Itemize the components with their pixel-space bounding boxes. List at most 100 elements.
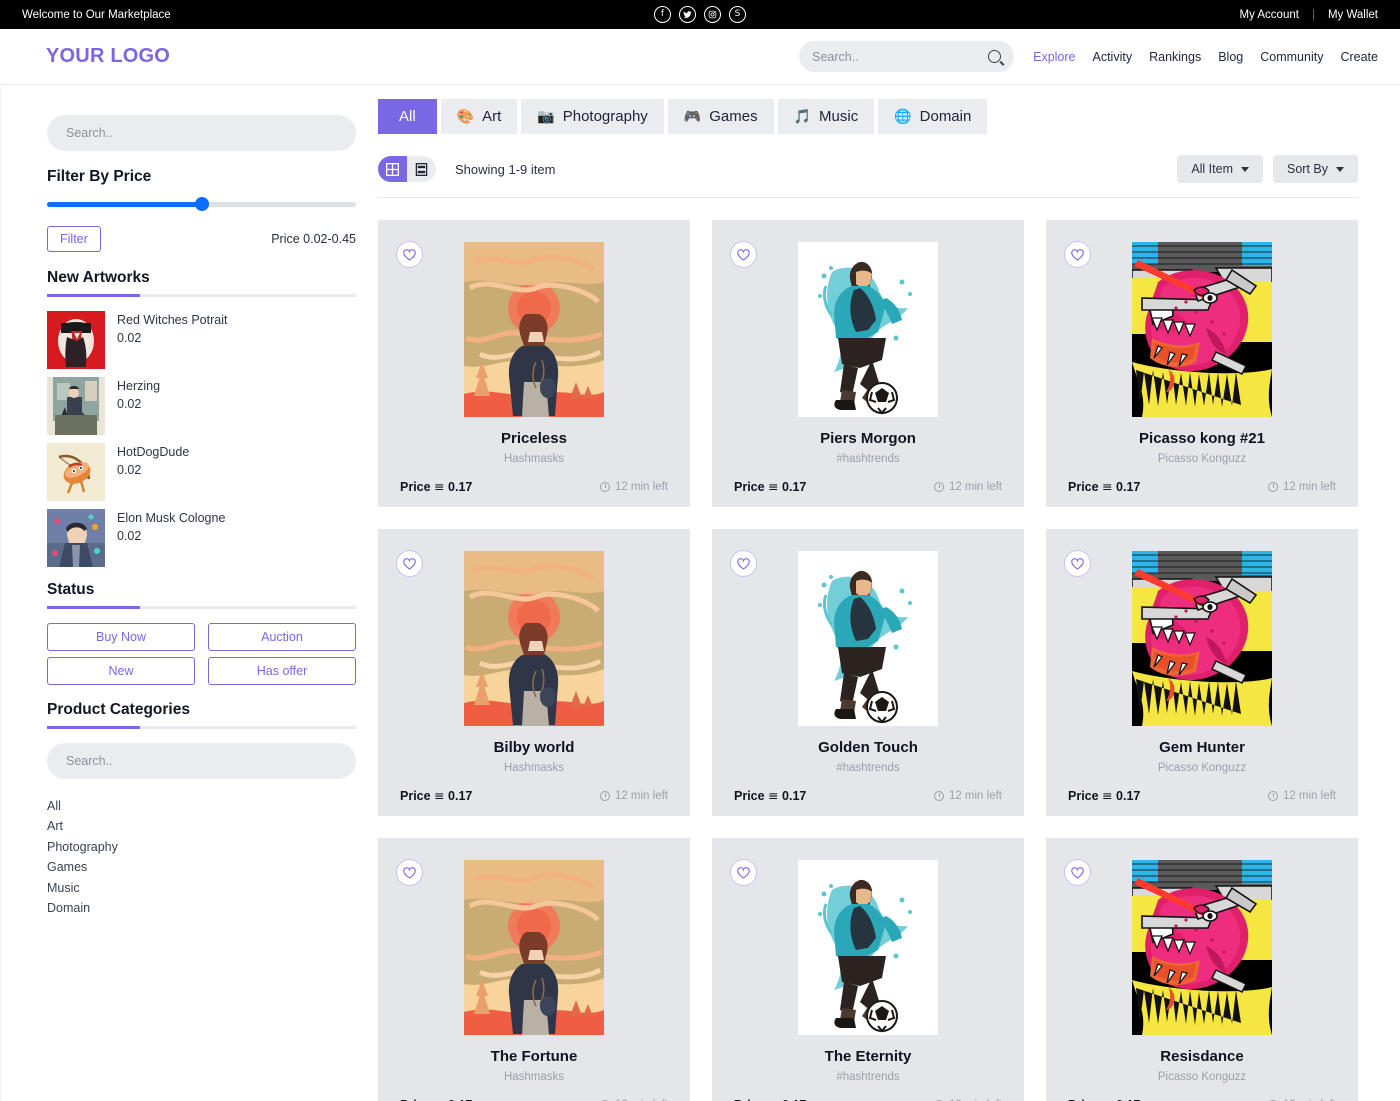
list-item[interactable]: Red Witches Potrait 0.02	[47, 311, 356, 369]
nft-artwork[interactable]	[798, 860, 938, 1035]
globe-icon: 🌐	[894, 108, 912, 125]
category-item-all[interactable]: All	[47, 796, 356, 816]
artwork-thumbnail	[47, 443, 105, 501]
nft-card[interactable]: Resisdance Picasso Konguzz Price ≡ 0.1712 …	[1046, 838, 1358, 1101]
welcome-text: Welcome to Our Marketplace	[22, 8, 171, 21]
favorite-heart-icon[interactable]	[730, 859, 757, 886]
nft-card[interactable]: Golden Touch #hashtrends Price ≡ 0.17 12 mi…	[712, 529, 1024, 816]
nav-item-blog[interactable]: Blog	[1218, 50, 1243, 64]
header-right-group: Explore Activity Rankings Blog Community…	[799, 41, 1378, 72]
artwork-thumbnail	[47, 377, 105, 435]
artwork-price: 0.02	[117, 529, 142, 544]
nft-title: Golden Touch	[818, 739, 918, 756]
nft-artwork[interactable]	[798, 551, 938, 726]
nft-card[interactable]: Piers Morgon #hashtrends Price ≡ 0.17 12 mi…	[712, 220, 1024, 507]
nft-artwork[interactable]	[798, 242, 938, 417]
nft-artwork[interactable]	[464, 551, 604, 726]
nft-artwork[interactable]	[1132, 242, 1272, 417]
all-item-dropdown[interactable]: All Item	[1177, 155, 1263, 183]
sort-by-dropdown[interactable]: Sort By	[1273, 155, 1358, 183]
nft-card[interactable]: Gem Hunter Picasso Konguzz Price ≡ 0.17 12 …	[1046, 529, 1358, 816]
nft-title: Priceless	[501, 430, 567, 447]
my-wallet-link[interactable]: My Wallet	[1328, 9, 1378, 21]
list-item[interactable]: Herzing 0.02	[47, 377, 356, 435]
price-value: 0.17	[448, 480, 473, 494]
tab-photography[interactable]: 📷 Photography	[521, 99, 664, 134]
category-item-art[interactable]: Art	[47, 816, 356, 836]
tab-games[interactable]: 🎮 Games	[667, 99, 774, 134]
filter-sidebar: Filter By Price Filter Price 0.02-0.45 N…	[0, 85, 378, 1101]
category-search-input[interactable]	[66, 754, 337, 768]
favorite-heart-icon[interactable]	[396, 241, 423, 268]
nav-item-rankings[interactable]: Rankings	[1149, 50, 1201, 64]
nft-card[interactable]: Priceless Hashmasks Price ≡ 0.17 12 min lef…	[378, 220, 690, 507]
nav-item-create[interactable]: Create	[1340, 50, 1378, 64]
twitter-icon[interactable]	[679, 6, 696, 23]
facebook-icon[interactable]: f	[654, 6, 671, 23]
category-item-domain[interactable]: Domain	[47, 898, 356, 918]
favorite-heart-icon[interactable]	[730, 550, 757, 577]
status-has-offer-button[interactable]: Has offer	[208, 657, 356, 685]
nft-artwork[interactable]	[1132, 860, 1272, 1035]
favorite-heart-icon[interactable]	[1064, 859, 1091, 886]
filter-button[interactable]: Filter	[47, 226, 101, 252]
ethereum-icon: ≡	[1102, 788, 1113, 803]
category-item-games[interactable]: Games	[47, 857, 356, 877]
site-logo[interactable]: YOUR LOGO	[46, 45, 170, 68]
nav-item-community[interactable]: Community	[1260, 50, 1323, 64]
category-item-photography[interactable]: Photography	[47, 837, 356, 857]
tab-music[interactable]: 🎵 Music	[777, 99, 875, 134]
instagram-icon[interactable]	[704, 6, 721, 23]
nav-item-explore[interactable]: Explore	[1033, 50, 1075, 64]
nft-card[interactable]: The Fortune Hashmasks Price ≡ 0.1712 min l…	[378, 838, 690, 1101]
view-toggle	[378, 156, 436, 182]
nav-item-activity[interactable]: Activity	[1093, 50, 1133, 64]
price-slider[interactable]	[47, 196, 356, 212]
nft-author: Picasso Konguzz	[1157, 453, 1247, 465]
slider-thumb[interactable]	[194, 197, 209, 211]
skype-icon[interactable]: S	[729, 6, 746, 23]
category-item-music[interactable]: Music	[47, 878, 356, 898]
nft-price: Price ≡ 0.17	[1068, 479, 1140, 494]
favorite-heart-icon[interactable]	[1064, 241, 1091, 268]
grid-view-icon[interactable]	[378, 156, 407, 182]
search-input[interactable]	[812, 49, 989, 64]
filter-by-price-title: Filter By Price	[47, 168, 152, 185]
nft-card[interactable]: Picasso kong #21 Picasso Konguzz Price ≡ 0…	[1046, 220, 1358, 507]
favorite-heart-icon[interactable]	[396, 550, 423, 577]
nft-artwork[interactable]	[464, 860, 604, 1035]
nft-artwork[interactable]	[1132, 551, 1272, 726]
list-item[interactable]: Elon Musk Cologne 0.02	[47, 509, 356, 567]
status-new-button[interactable]: New	[47, 657, 195, 685]
nft-price: Price ≡ 0.17	[400, 1097, 472, 1101]
sidebar-search-input[interactable]	[66, 126, 337, 140]
nft-artwork[interactable]	[464, 242, 604, 417]
price-value: 0.17	[782, 480, 807, 494]
nft-title: Piers Morgon	[820, 430, 916, 447]
my-account-link[interactable]: My Account	[1239, 9, 1298, 21]
header-search[interactable]	[799, 41, 1015, 72]
tab-all[interactable]: All	[378, 99, 437, 134]
nft-card[interactable]: Bilby world Hashmasks Price ≡ 0.17 12 min l…	[378, 529, 690, 816]
nft-title: The Fortune	[490, 1048, 578, 1065]
tab-domain-label: Domain	[919, 108, 972, 125]
category-list: All Art Photography Games Music Domain	[47, 796, 356, 918]
sidebar-search[interactable]	[47, 115, 356, 151]
list-item[interactable]: HotDogDude 0.02	[47, 443, 356, 501]
tab-domain[interactable]: 🌐 Domain	[878, 99, 988, 134]
status-auction-button[interactable]: Auction	[208, 623, 356, 651]
nft-title: Bilby world	[493, 739, 575, 756]
tab-art[interactable]: 🎨 Art	[440, 99, 518, 134]
artwork-price: 0.02	[117, 397, 142, 412]
nft-price: Price ≡ 0.17	[734, 1097, 806, 1101]
time-left-label: 12 min left	[614, 789, 668, 802]
nft-card[interactable]: The Eternity #hashtrends Price ≡ 0.1712 mi…	[712, 838, 1024, 1101]
search-icon[interactable]	[988, 50, 1002, 63]
favorite-heart-icon[interactable]	[1064, 550, 1091, 577]
nft-card-footer: Price ≡ 0.17 12 min left	[1064, 788, 1340, 803]
favorite-heart-icon[interactable]	[396, 859, 423, 886]
favorite-heart-icon[interactable]	[730, 241, 757, 268]
category-search[interactable]	[47, 743, 356, 779]
status-buy-now-button[interactable]: Buy Now	[47, 623, 195, 651]
list-view-icon[interactable]	[407, 156, 436, 182]
